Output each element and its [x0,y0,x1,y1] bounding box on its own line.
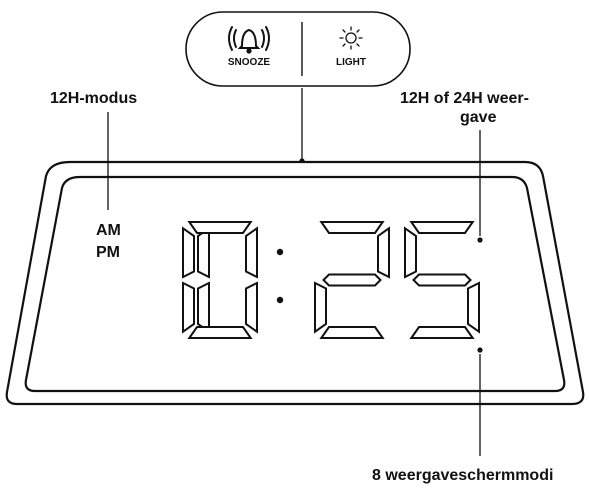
segment-b [245,226,258,279]
modes-dot [477,347,483,353]
segment-c [197,281,210,334]
segment-d [187,326,253,339]
snooze-label: SNOOZE [228,57,271,68]
segment-a [319,221,385,234]
format-label-line1: 12H of 24H weer- [400,90,529,107]
segment-c [467,281,480,334]
am-indicator: AM [96,222,121,239]
light-label: LIGHT [336,57,366,68]
colon-dot-top [276,248,284,256]
segment-d [319,326,385,339]
button-panel [185,11,411,87]
format-label-line2: gave [460,109,497,126]
segment-c [245,281,258,334]
segment-b [377,226,390,279]
segment-e [314,281,327,334]
segment-a [409,221,475,234]
screen-modes-label: 8 weergaveschermmodi [372,467,554,484]
pm-indicator: PM [96,244,120,261]
segment-f [404,226,417,279]
segment-e [182,281,195,334]
segment-a [187,221,253,234]
mode-12h-label: 12H-modus [50,90,138,107]
format-dot [477,237,483,243]
segment-d [409,326,475,339]
segment-g [412,273,472,287]
clock-diagram: SNOOZE LIGHT AM PM [5,11,585,456]
clock-screen [24,175,566,393]
colon-dot-bottom [276,296,284,304]
segment-f [182,226,195,279]
segment-b [197,226,210,279]
segment-g [322,273,382,287]
